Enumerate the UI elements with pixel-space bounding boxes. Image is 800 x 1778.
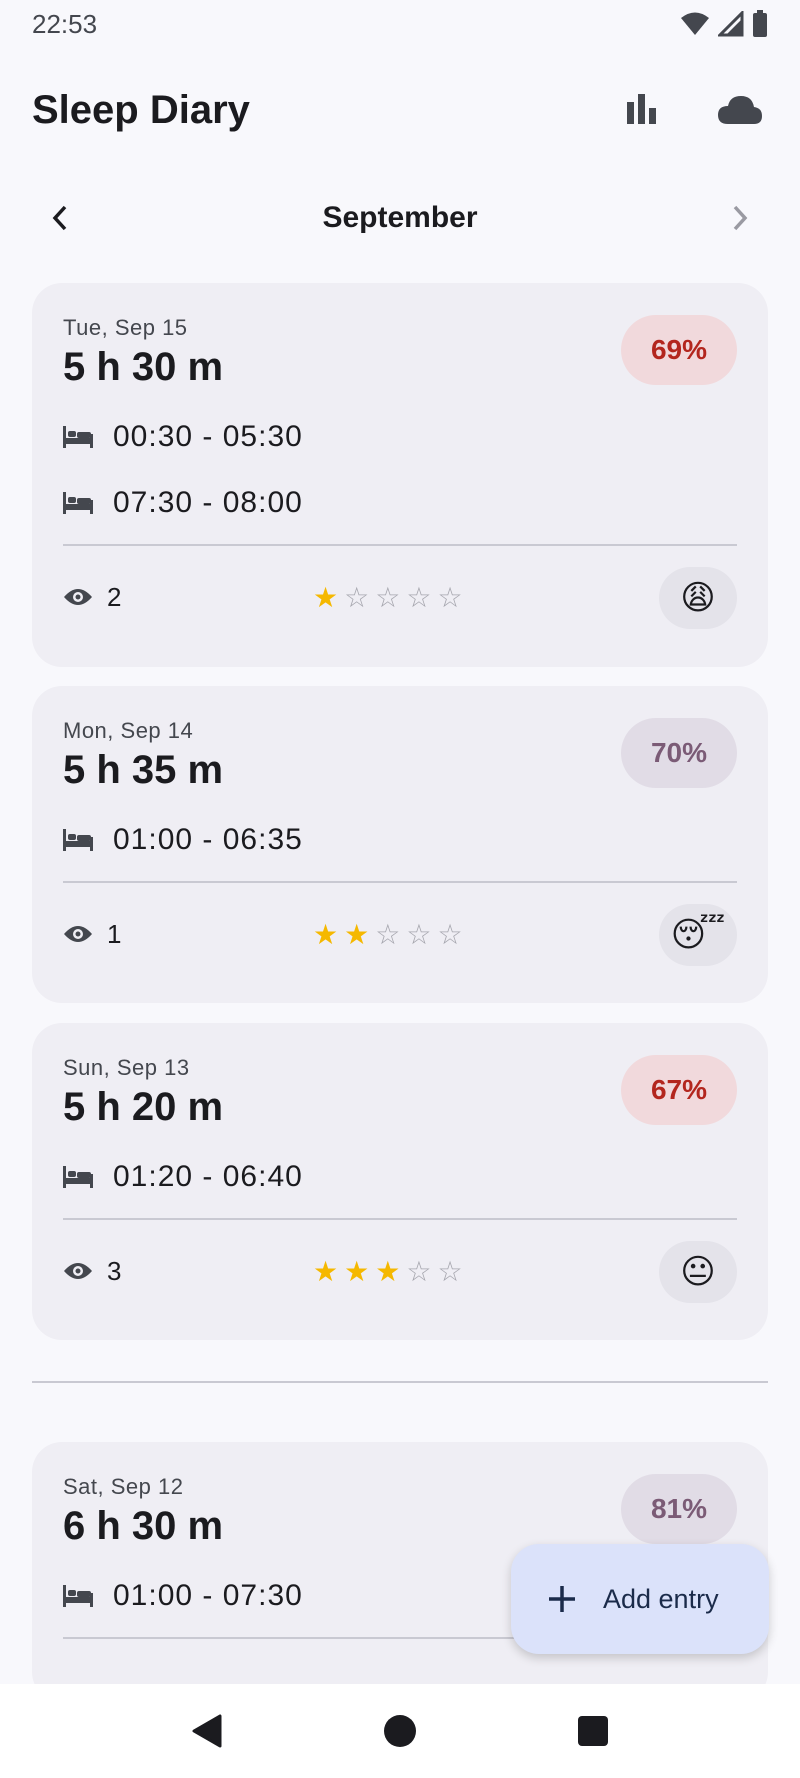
star-empty-icon: ☆ <box>437 918 463 950</box>
home-circle-icon <box>383 1715 416 1747</box>
card-footer: 2 ★ ☆ ☆ ☆ ☆ 😩 <box>63 546 737 648</box>
star-empty-icon: ☆ <box>406 581 432 613</box>
bed-icon <box>63 426 93 448</box>
star-filled-icon: ★ <box>344 918 370 950</box>
mood-indicator: 😐 <box>659 1241 737 1303</box>
sleep-score-badge: 67% <box>621 1055 737 1125</box>
star-filled-icon: ★ <box>344 1255 370 1287</box>
cloud-icon <box>718 96 762 124</box>
status-bar: 22:53 <box>0 0 800 48</box>
chevron-right-icon <box>733 205 748 231</box>
star-empty-icon: ☆ <box>437 1255 463 1287</box>
eye-icon <box>64 926 92 942</box>
star-empty-icon: ☆ <box>344 581 370 613</box>
battery-icon <box>753 10 767 37</box>
add-entry-label: Add entry <box>603 1583 719 1614</box>
statistics-button[interactable] <box>614 82 670 138</box>
star-empty-icon: ☆ <box>406 1255 432 1287</box>
sleep-period-time: 00:30 - 05:30 <box>113 420 303 453</box>
star-empty-icon: ☆ <box>437 581 463 613</box>
recents-square-icon <box>578 1716 609 1746</box>
sleep-score-badge: 69% <box>621 315 737 385</box>
sleep-period: 00:30 - 05:30 <box>63 404 737 470</box>
sleep-score-badge: 70% <box>621 718 737 788</box>
month-navigation: September <box>32 190 768 246</box>
wakeups: 2 <box>63 582 313 613</box>
sleep-period-time: 07:30 - 08:00 <box>113 486 303 519</box>
week-divider <box>32 1381 768 1383</box>
next-month-button[interactable] <box>712 190 768 246</box>
wakeup-count: 2 <box>107 581 122 612</box>
star-empty-icon: ☆ <box>406 918 432 950</box>
wakeups: 1 <box>63 919 313 950</box>
status-icons <box>680 10 768 38</box>
sleep-period: 07:30 - 08:00 <box>63 470 737 536</box>
sleep-entry-card[interactable]: Mon, Sep 14 5 h 35 m 70% 01:00 - 06:35 1… <box>32 686 768 1003</box>
star-filled-icon: ★ <box>313 918 339 950</box>
bar-chart-icon <box>627 94 656 124</box>
sleep-score-badge: 81% <box>621 1474 737 1544</box>
star-empty-icon: ☆ <box>375 918 401 950</box>
signal-icon <box>718 11 744 37</box>
app-title: Sleep Diary <box>32 87 250 132</box>
quality-rating: ★ ☆ ☆ ☆ ☆ <box>313 581 463 614</box>
quality-rating: ★ ★ ☆ ☆ ☆ <box>313 918 463 951</box>
plus-icon <box>549 1586 575 1612</box>
back-button[interactable] <box>177 1701 237 1761</box>
eye-icon <box>64 589 92 605</box>
card-footer: 1 ★ ★ ☆ ☆ ☆ 😴 <box>63 883 737 985</box>
star-filled-icon: ★ <box>375 1255 401 1287</box>
cloud-sync-button[interactable] <box>712 82 768 138</box>
back-triangle-icon <box>192 1714 222 1748</box>
wakeup-count: 1 <box>107 918 122 949</box>
eye-icon <box>64 1263 92 1279</box>
mood-indicator: 😴 <box>659 904 737 966</box>
sleep-entry-card[interactable]: Sun, Sep 13 5 h 20 m 67% 01:20 - 06:40 3… <box>32 1023 768 1340</box>
wifi-icon <box>681 12 709 35</box>
chevron-left-icon <box>52 205 67 231</box>
bed-icon <box>63 1585 93 1607</box>
add-entry-button[interactable]: Add entry <box>511 1544 769 1654</box>
sleep-period: 01:20 - 06:40 <box>63 1144 737 1210</box>
sleep-period-time: 01:00 - 06:35 <box>113 823 303 856</box>
status-time: 22:53 <box>32 8 98 39</box>
quality-rating: ★ ★ ★ ☆ ☆ <box>313 1255 463 1288</box>
bed-icon <box>63 1166 93 1188</box>
sleep-period: 01:00 - 06:35 <box>63 807 737 873</box>
star-filled-icon: ★ <box>313 581 339 613</box>
sleep-period-time: 01:00 - 07:30 <box>113 1579 303 1612</box>
card-footer: 3 ★ ★ ★ ☆ ☆ 😐 <box>63 1220 737 1322</box>
month-label: September <box>322 201 478 234</box>
home-button[interactable] <box>370 1701 430 1761</box>
wakeup-count: 3 <box>107 1255 122 1286</box>
sleep-period-time: 01:20 - 06:40 <box>113 1160 303 1193</box>
system-navigation-bar <box>0 1684 800 1778</box>
mood-indicator: 😩 <box>659 567 737 629</box>
star-filled-icon: ★ <box>313 1255 339 1287</box>
wakeups: 3 <box>63 1256 313 1287</box>
recents-button[interactable] <box>563 1701 623 1761</box>
app-bar: Sleep Diary <box>0 70 800 150</box>
bed-icon <box>63 829 93 851</box>
sleep-entry-card[interactable]: Tue, Sep 15 5 h 30 m 69% 00:30 - 05:30 0… <box>32 283 768 667</box>
previous-month-button[interactable] <box>32 190 88 246</box>
bed-icon <box>63 492 93 514</box>
star-empty-icon: ☆ <box>375 581 401 613</box>
